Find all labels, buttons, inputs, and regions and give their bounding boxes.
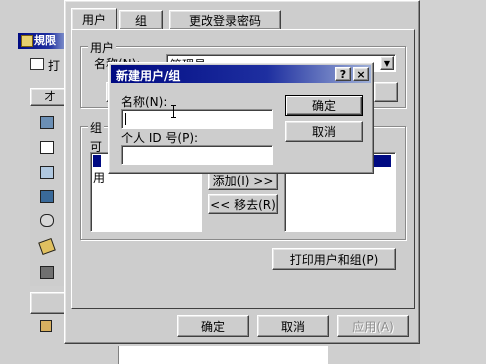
background-window: 規限 打 才 [0, 0, 70, 364]
background-right-strip [420, 0, 486, 364]
close-icon: × [356, 67, 366, 81]
apply-button-label: 应用(A) [352, 319, 394, 334]
cursor-top [171, 105, 176, 106]
tab-change-password[interactable]: 更改登录密码 [169, 10, 281, 29]
remove-button-label: << 移去(R) [210, 197, 276, 212]
background-window-title: 規限 [34, 34, 56, 47]
new-user-group-dialog: 新建用户/组 ? × 名称(N): 个人 ID 号(P): 确定 取消 [108, 62, 374, 174]
cancel-button[interactable]: 取消 [257, 315, 329, 337]
apply-button[interactable]: 应用(A) [337, 315, 409, 337]
new-dialog-ok-button[interactable]: 确定 [285, 95, 363, 116]
app-icon [21, 35, 33, 47]
sidebar-icon-1[interactable] [40, 116, 54, 129]
toolbar-label[interactable]: 打 [48, 57, 60, 74]
background-column-header-label: 才 [44, 90, 56, 103]
text-caret [125, 113, 126, 125]
tab-users[interactable]: 用户 [71, 8, 117, 30]
background-bottom-strip [118, 346, 328, 364]
print-users-groups-button[interactable]: 打印用户和组(P) [272, 248, 396, 270]
ok-button-label: 确定 [200, 319, 225, 334]
background-toolbar: 打 [18, 54, 70, 76]
sidebar-icon-4[interactable] [40, 190, 54, 203]
i-beam-cursor-icon [170, 105, 176, 118]
sidebar-icon-8[interactable] [40, 320, 52, 332]
new-name-label: 名称(N): [121, 95, 168, 109]
list-item[interactable] [93, 155, 101, 167]
new-dialog-cancel-button-label: 取消 [311, 125, 336, 139]
sidebar-icon-3[interactable] [40, 166, 54, 179]
ok-button[interactable]: 确定 [177, 315, 249, 337]
tab-change-password-label: 更改登录密码 [188, 13, 261, 28]
users-groupbox-title: 用户 [88, 39, 117, 56]
help-icon: ? [339, 67, 347, 81]
user-side-button[interactable] [374, 82, 398, 102]
personal-id-input[interactable] [121, 145, 273, 165]
sidebar-icon-5[interactable] [40, 214, 54, 227]
cursor-bottom [171, 117, 176, 118]
new-name-input[interactable] [121, 109, 273, 129]
list-item-label[interactable]: 用 [93, 169, 105, 186]
sidebar-icon-6[interactable] [38, 237, 56, 256]
print-users-groups-button-label: 打印用户和组(P) [289, 252, 379, 267]
sidebar-icon-7[interactable] [40, 266, 54, 279]
tab-users-label: 用户 [81, 13, 106, 27]
personal-id-label: 个人 ID 号(P): [121, 131, 199, 145]
toolbar-open-icon[interactable] [30, 58, 44, 70]
tab-groups-label: 组 [134, 13, 147, 28]
new-dialog-title: 新建用户/组 [116, 69, 181, 83]
cancel-button-label: 取消 [280, 319, 305, 334]
new-dialog-ok-button-label: 确定 [311, 99, 336, 113]
new-dialog-titlebar: 新建用户/组 ? × [111, 65, 371, 83]
help-button[interactable]: ? [335, 67, 351, 81]
new-dialog-cancel-button[interactable]: 取消 [285, 121, 363, 142]
chevron-down-icon[interactable]: ▼ [380, 56, 394, 70]
sidebar-icon-2[interactable] [40, 141, 54, 154]
add-button-label: 添加(I) >> [212, 173, 274, 188]
close-button[interactable]: × [353, 67, 369, 81]
tab-groups[interactable]: 组 [119, 10, 163, 29]
membership-groupbox-title: 组 [88, 119, 105, 136]
remove-button[interactable]: << 移去(R) [208, 194, 278, 214]
